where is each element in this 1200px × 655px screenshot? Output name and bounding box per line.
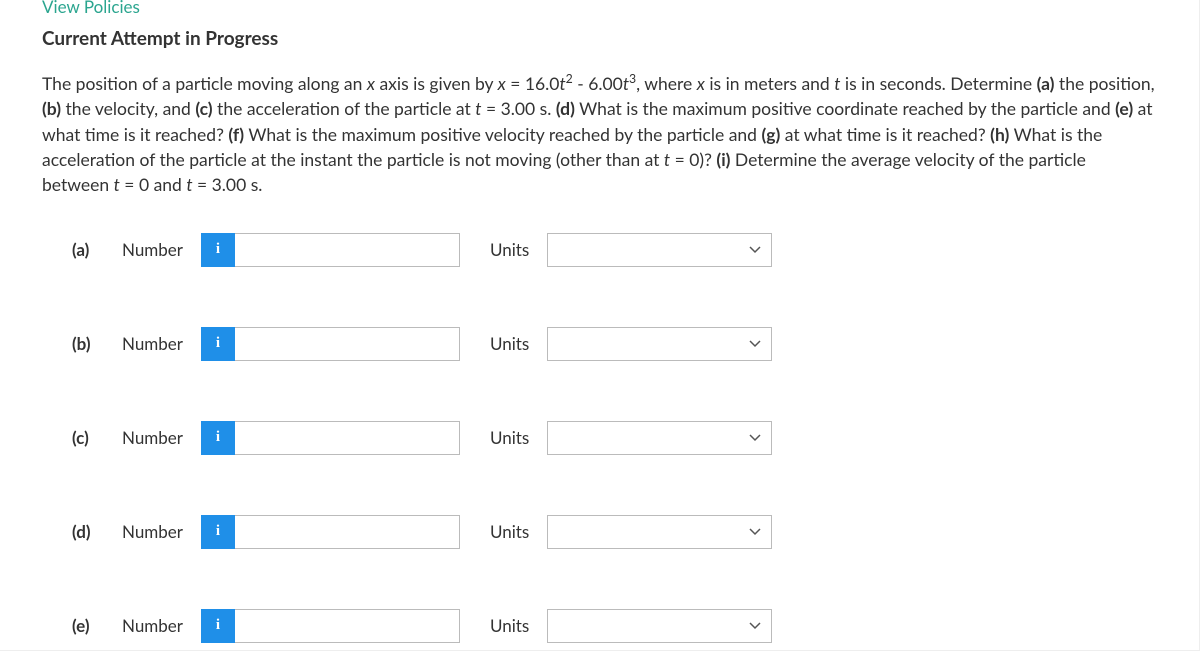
units-label: Units (490, 521, 529, 542)
number-input-d[interactable] (235, 515, 460, 549)
number-input-e[interactable] (235, 609, 460, 643)
number-label: Number (122, 239, 183, 260)
units-select-a[interactable] (547, 233, 772, 267)
answer-row-c: (c) Number i Units (42, 421, 1157, 455)
attempt-header: Current Attempt in Progress (42, 27, 1157, 50)
answer-row-a: (a) Number i Units (42, 233, 1157, 267)
units-select-e[interactable] (547, 609, 772, 643)
number-label: Number (122, 333, 183, 354)
answer-row-b: (b) Number i Units (42, 327, 1157, 361)
units-label: Units (490, 239, 529, 260)
question-prompt: The position of a particle moving along … (42, 70, 1157, 198)
info-icon[interactable]: i (201, 515, 235, 549)
number-input-c[interactable] (235, 421, 460, 455)
part-label-b: (b) (72, 333, 122, 354)
info-icon[interactable]: i (201, 233, 235, 267)
units-label: Units (490, 615, 529, 636)
units-select-d[interactable] (547, 515, 772, 549)
number-label: Number (122, 521, 183, 542)
number-label: Number (122, 615, 183, 636)
units-label: Units (490, 333, 529, 354)
view-policies-link[interactable]: View Policies (42, 0, 1157, 17)
part-label-d: (d) (72, 521, 122, 542)
number-label: Number (122, 427, 183, 448)
info-icon[interactable]: i (201, 421, 235, 455)
info-icon[interactable]: i (201, 609, 235, 643)
answer-row-e: (e) Number i Units (42, 609, 1157, 643)
units-select-b[interactable] (547, 327, 772, 361)
answer-row-d: (d) Number i Units (42, 515, 1157, 549)
part-label-a: (a) (72, 239, 122, 260)
units-label: Units (490, 427, 529, 448)
question-container: View Policies Current Attempt in Progres… (0, 0, 1200, 651)
part-label-e: (e) (72, 615, 122, 636)
units-select-c[interactable] (547, 421, 772, 455)
info-icon[interactable]: i (201, 327, 235, 361)
part-label-c: (c) (72, 427, 122, 448)
number-input-a[interactable] (235, 233, 460, 267)
number-input-b[interactable] (235, 327, 460, 361)
